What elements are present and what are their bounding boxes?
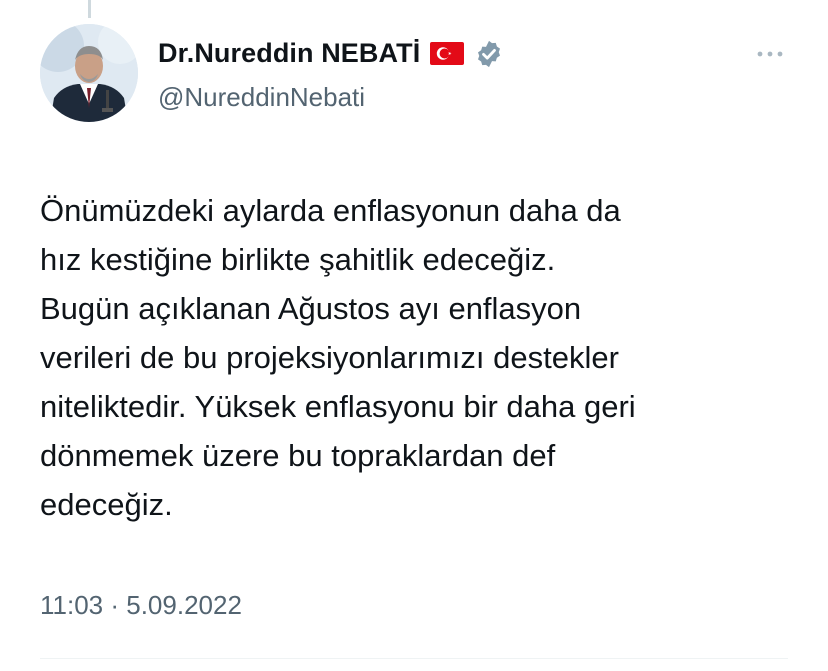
author-display-name[interactable]: Dr.Nureddin NEBATİ <box>158 38 420 69</box>
tweet-timestamp[interactable]: 11:03 · 5.09.2022 <box>40 590 242 621</box>
author-handle[interactable]: @NureddinNebati <box>158 82 365 113</box>
divider <box>40 658 788 659</box>
author-name-row: Dr.Nureddin NEBATİ <box>158 38 504 69</box>
thread-connector-line <box>88 0 91 18</box>
avatar-image <box>40 24 138 122</box>
tweet-text: Önümüzdeki aylarda enflasyonun daha da h… <box>40 193 636 522</box>
more-options-icon[interactable] <box>756 44 784 64</box>
verified-badge-icon <box>474 39 504 69</box>
avatar[interactable] <box>40 24 138 122</box>
turkey-flag-icon <box>430 42 465 65</box>
